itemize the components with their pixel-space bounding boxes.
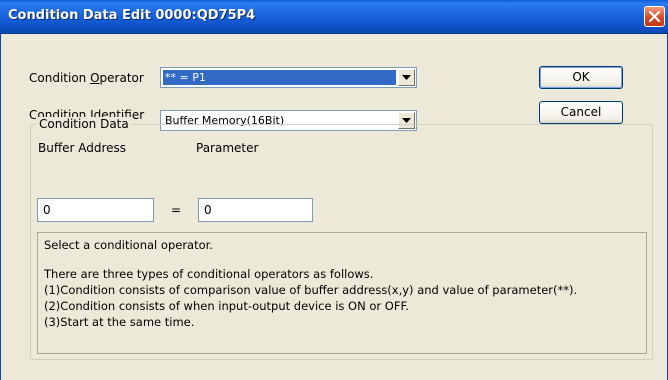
window-title: Condition Data Edit 0000:QD75P4 (8, 8, 256, 23)
description-line: (3)Start at the same time. (44, 315, 195, 329)
condition-data-caption: Condition Data (36, 117, 132, 131)
condition-operator-select[interactable]: ** = P1 (160, 67, 417, 88)
description-line: (2)Condition consists of when input-outp… (44, 299, 409, 313)
close-button[interactable] (644, 6, 665, 27)
condition-operator-label: Condition Operator (29, 71, 144, 85)
equals-sign: = (171, 203, 182, 217)
chevron-down-icon (402, 118, 411, 123)
parameter-label: Parameter (196, 141, 259, 155)
buffer-address-label: Buffer Address (38, 141, 127, 155)
title-bar: Condition Data Edit 0000:QD75P4 (0, 0, 668, 34)
condition-operator-dropdown-button[interactable] (398, 69, 415, 86)
description-panel: Select a conditional operator. There are… (37, 232, 647, 354)
chevron-down-icon (402, 75, 411, 80)
condition-operator-value: ** = P1 (163, 70, 396, 85)
cancel-button[interactable]: Cancel (539, 101, 623, 124)
description-line: Select a conditional operator. (44, 238, 213, 252)
ok-button[interactable]: OK (539, 66, 623, 89)
parameter-input[interactable]: 0 (198, 198, 313, 222)
description-line: (1)Condition consists of comparison valu… (44, 283, 578, 297)
close-icon (648, 10, 661, 23)
buffer-address-input[interactable]: 0 (37, 198, 154, 222)
description-line: There are three types of conditional ope… (44, 267, 374, 281)
